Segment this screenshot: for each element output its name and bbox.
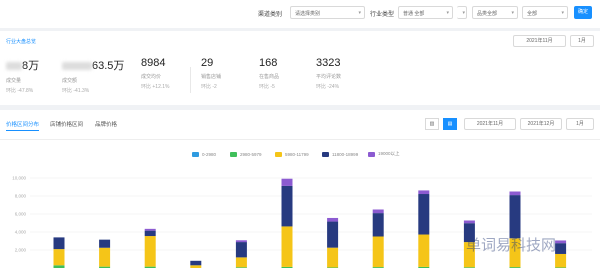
stat-sales-amount: 63.5万 成交额 环比 -41.3% (62, 57, 124, 94)
bar-segment[interactable] (281, 266, 293, 268)
bar-segment[interactable] (53, 237, 65, 250)
bar-segment[interactable] (509, 267, 521, 268)
bar-segment[interactable] (418, 234, 430, 267)
bar-segment[interactable] (418, 194, 430, 235)
filter-bar: 渠道类别 请选择类别 ▾ 行业类型 普通 全部 ▾ ▾ 品类全部 ▾ 全部 ▾ 确定 (0, 0, 600, 28)
stat-compare: 环比 -41.3% (62, 88, 90, 94)
stat-label: 平均评论数 (316, 74, 342, 80)
stat-compare: 环比 -24% (316, 84, 340, 90)
stat-sales-volume: 8万 成交量 环比 -47.8% (6, 57, 39, 94)
bar-segment[interactable] (53, 265, 65, 268)
bar-segment[interactable] (281, 178, 293, 186)
subcategory-select[interactable]: 全部 ▾ (522, 6, 568, 19)
stat-value: 3323 (316, 57, 341, 69)
stat-products: 168 在售商品 环比 -5 (259, 57, 279, 90)
stat-value: 8984 (141, 57, 166, 69)
chevron-down-icon: ▾ (462, 10, 465, 16)
stat-compare: 环比 -2 (201, 84, 217, 90)
stat-label: 成交量 (6, 78, 22, 84)
stat-compare: 环比 -5 (259, 84, 275, 90)
industry-filter-label: 行业类型 (370, 12, 395, 18)
y-tick-label: 10,000 (12, 176, 26, 181)
bar-segment[interactable] (418, 190, 430, 195)
bar-segment[interactable] (144, 230, 156, 237)
bar-segment[interactable] (235, 242, 247, 258)
bar-segment[interactable] (509, 195, 521, 239)
watermark: 单词易科技网 (466, 236, 557, 254)
breadcrumb[interactable]: 行业大盘总览 (6, 38, 36, 45)
channel-select[interactable]: 请选择类别 ▾ (290, 6, 365, 19)
industry-select[interactable]: 普通 全部 ▾ (398, 6, 453, 19)
bar-segment[interactable] (555, 267, 567, 268)
chevron-down-icon: ▾ (446, 10, 449, 16)
bar-segment[interactable] (281, 185, 293, 227)
bar-segment[interactable] (372, 213, 384, 237)
bar-segment[interactable] (144, 266, 156, 268)
stat-value: 63.5万 (92, 60, 125, 72)
bar-segment[interactable] (327, 217, 339, 222)
divider (190, 67, 191, 93)
blurred-value (62, 62, 92, 71)
bar-segment[interactable] (99, 247, 111, 267)
stat-avg-price: 8984 成交均价 环比 +12.1% (141, 57, 170, 90)
y-tick-label: 4,000 (15, 230, 27, 235)
stat-value: 168 (259, 57, 278, 69)
chevron-down-icon: ▾ (511, 10, 514, 16)
y-tick-label: 8,000 (15, 194, 27, 199)
stat-label: 成交均价 (141, 74, 162, 80)
bar-segment[interactable] (99, 239, 111, 248)
bar-segment[interactable] (327, 267, 339, 268)
stat-shops: 29 销售店铺 环比 -2 (201, 57, 221, 90)
bar-segment[interactable] (53, 249, 65, 266)
date-range-button[interactable]: 2021年11月 (513, 35, 566, 47)
bar-segment[interactable] (327, 247, 339, 268)
bar-segment[interactable] (509, 191, 521, 196)
bar-segment[interactable] (190, 265, 202, 268)
bar-segment[interactable] (144, 236, 156, 267)
stat-label: 在售商品 (259, 74, 280, 80)
bar-segment[interactable] (372, 209, 384, 214)
bar-segment[interactable] (144, 228, 156, 231)
bar-segment[interactable] (463, 220, 475, 224)
stat-label: 销售店铺 (201, 74, 222, 80)
bar-segment[interactable] (372, 267, 384, 268)
summary-panel: 行业大盘总览 2021年11月 1月 8万 成交量 环比 -47.8% 63.5… (0, 31, 600, 105)
bar-segment[interactable] (281, 226, 293, 267)
bar-segment[interactable] (235, 240, 247, 243)
bar-segment[interactable] (463, 267, 475, 268)
bar-segment[interactable] (190, 260, 202, 266)
stat-label: 成交额 (62, 78, 78, 84)
channel-filter-label: 渠道类别 (258, 12, 283, 18)
bar-segment[interactable] (555, 243, 567, 254)
chevron-down-icon: ▾ (358, 10, 361, 16)
y-tick-label: 2,000 (15, 248, 27, 253)
bar-segment[interactable] (99, 266, 111, 268)
confirm-button[interactable]: 确定 (574, 6, 592, 19)
stat-compare: 环比 +12.1% (141, 84, 170, 90)
bar-segment[interactable] (418, 266, 430, 268)
blurred-value (6, 62, 22, 71)
date-unit-button[interactable]: 1月 (570, 35, 594, 47)
stat-value: 29 (201, 57, 214, 69)
bar-segment[interactable] (235, 257, 247, 268)
industry-subselect[interactable]: ▾ (457, 6, 467, 19)
bar-segment[interactable] (235, 267, 247, 268)
category-select[interactable]: 品类全部 ▾ (472, 6, 518, 19)
y-tick-label: 6,000 (15, 212, 27, 217)
stat-reviews: 3323 平均评论数 环比 -24% (316, 57, 341, 90)
bar-segment[interactable] (372, 236, 384, 268)
stat-value: 8万 (22, 60, 40, 72)
chevron-down-icon: ▾ (561, 10, 564, 16)
bar-segment[interactable] (555, 253, 567, 268)
bar-segment[interactable] (327, 221, 339, 248)
bar-segment[interactable] (555, 240, 567, 244)
stat-compare: 环比 -47.8% (6, 88, 34, 94)
